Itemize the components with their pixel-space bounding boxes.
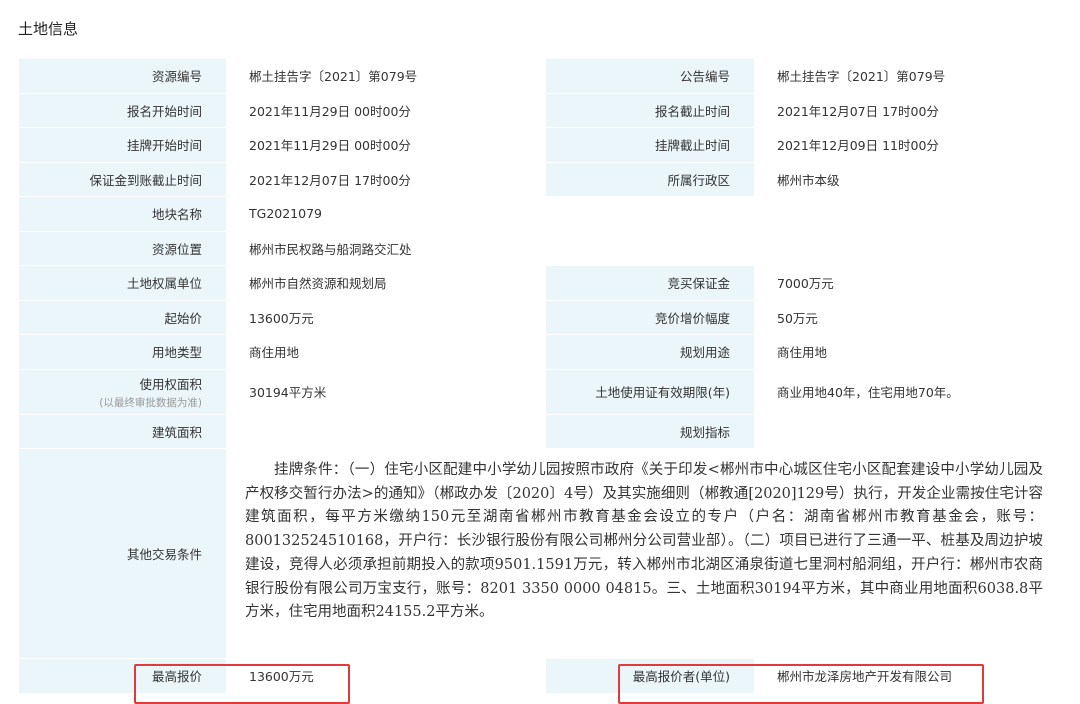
- deposit-deadline-value: 2021年12月07日 17时00分: [226, 161, 546, 197]
- listing-start-label: 挂牌开始时间: [18, 127, 227, 163]
- notice-no-value: 郴土挂告字〔2021〕第079号: [754, 58, 1060, 94]
- start-price-value: 13600万元: [226, 299, 546, 335]
- section-title: 土地信息: [18, 20, 79, 38]
- deposit-deadline-label: 保证金到账截止时间: [18, 161, 227, 197]
- area-label: 使用权面积: [139, 376, 202, 392]
- table-row: 使用权面积 (以最终审批数据为准) 30194平方米 土地使用证有效期限(年) …: [18, 368, 1060, 415]
- signup-start-label: 报名开始时间: [18, 92, 227, 128]
- deposit-label: 竞买保证金: [545, 265, 755, 301]
- area-value: 30194平方米: [226, 368, 546, 415]
- table-row: 建筑面积 规划指标: [18, 413, 1060, 449]
- table-row: 资源位置 郴州市民权路与船洞路交汇处: [18, 230, 1060, 266]
- signup-start-value: 2021年11月29日 00时00分: [226, 92, 546, 128]
- term-value: 商业用地40年，住宅用地70年。: [754, 368, 1060, 415]
- area-note: (以最终审批数据为准): [99, 396, 202, 409]
- listing-end-label: 挂牌截止时间: [545, 127, 755, 163]
- building-area-label: 建筑面积: [18, 413, 227, 449]
- highest-bidder-highlight: [618, 664, 984, 704]
- planning-index-label: 规划指标: [545, 413, 755, 449]
- owner-label: 土地权属单位: [18, 265, 227, 301]
- increment-value: 50万元: [754, 299, 1060, 335]
- term-label: 土地使用证有效期限(年): [545, 368, 755, 415]
- increment-label: 竞价增价幅度: [545, 299, 755, 335]
- resource-no-label: 资源编号: [18, 58, 227, 94]
- plot-name-value: TG2021079: [226, 196, 1060, 232]
- building-area-value: [226, 413, 546, 449]
- location-value: 郴州市民权路与船洞路交汇处: [226, 230, 1060, 266]
- location-label: 资源位置: [18, 230, 227, 266]
- table-row: 地块名称 TG2021079: [18, 196, 1060, 232]
- table-row: 起始价 13600万元 竞价增价幅度 50万元: [18, 299, 1060, 335]
- table-row: 报名开始时间 2021年11月29日 00时00分 报名截止时间 2021年12…: [18, 92, 1060, 128]
- table-row: 资源编号 郴土挂告字〔2021〕第079号 公告编号 郴土挂告字〔2021〕第0…: [18, 58, 1060, 94]
- listing-end-value: 2021年12月09日 11时00分: [754, 127, 1060, 163]
- district-label: 所属行政区: [545, 161, 755, 197]
- planning-index-value: [754, 413, 1060, 449]
- table-row: 用地类型 商住用地 规划用途 商住用地: [18, 334, 1060, 370]
- plot-name-label: 地块名称: [18, 196, 227, 232]
- owner-value: 郴州市自然资源和规划局: [226, 265, 546, 301]
- other-conditions-value: 挂牌条件：（一）住宅小区配建中小学幼儿园按照市政府《关于印发<郴州市中心城区住宅…: [226, 448, 1060, 659]
- table-row: 其他交易条件 挂牌条件：（一）住宅小区配建中小学幼儿园按照市政府《关于印发<郴州…: [18, 448, 1060, 659]
- table-row: 挂牌开始时间 2021年11月29日 00时00分 挂牌截止时间 2021年12…: [18, 127, 1060, 163]
- notice-no-label: 公告编号: [545, 58, 755, 94]
- area-label-cell: 使用权面积 (以最终审批数据为准): [18, 368, 227, 415]
- land-type-value: 商住用地: [226, 334, 546, 370]
- deposit-value: 7000万元: [754, 265, 1060, 301]
- table-row: 土地权属单位 郴州市自然资源和规划局 竞买保证金 7000万元: [18, 265, 1060, 301]
- listing-start-value: 2021年11月29日 00时00分: [226, 127, 546, 163]
- planned-use-label: 规划用途: [545, 334, 755, 370]
- land-info-table: 资源编号 郴土挂告字〔2021〕第079号 公告编号 郴土挂告字〔2021〕第0…: [18, 58, 1060, 694]
- table-row: 保证金到账截止时间 2021年12月07日 17时00分 所属行政区 郴州市本级: [18, 161, 1060, 197]
- planned-use-value: 商住用地: [754, 334, 1060, 370]
- signup-end-label: 报名截止时间: [545, 92, 755, 128]
- other-conditions-label: 其他交易条件: [18, 448, 227, 659]
- signup-end-value: 2021年12月07日 17时00分: [754, 92, 1060, 128]
- land-type-label: 用地类型: [18, 334, 227, 370]
- highest-price-highlight: [134, 664, 350, 704]
- district-value: 郴州市本级: [754, 161, 1060, 197]
- start-price-label: 起始价: [18, 299, 227, 335]
- resource-no-value: 郴土挂告字〔2021〕第079号: [226, 58, 546, 94]
